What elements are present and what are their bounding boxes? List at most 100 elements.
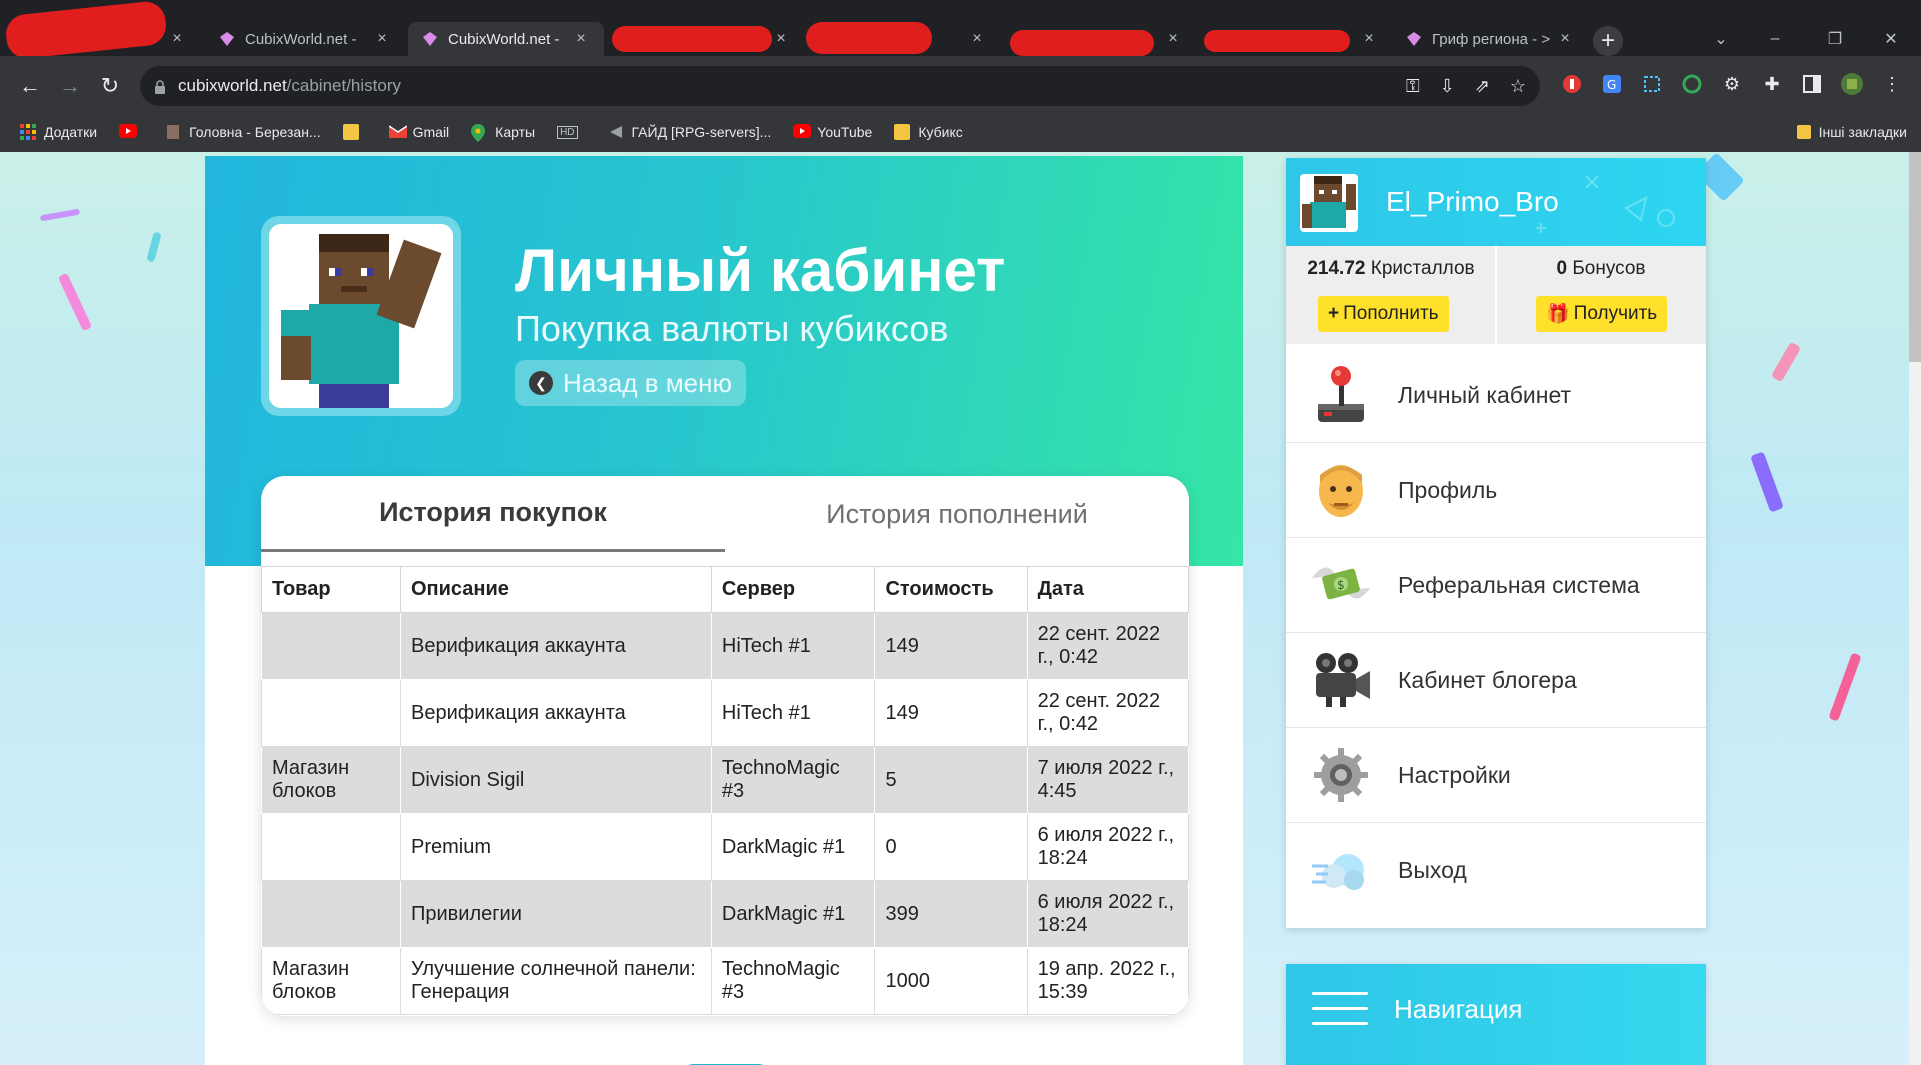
- maps-icon: [471, 124, 487, 142]
- bookmark-hd[interactable]: HD: [557, 125, 585, 139]
- cell-description: Улучшение солнечной панели: Генерация: [399, 947, 712, 1015]
- redacted-tab: [612, 26, 772, 52]
- topup-button[interactable]: + Пополнить: [1318, 296, 1449, 332]
- key-icon[interactable]: ⚿: [1406, 76, 1420, 97]
- restore-icon[interactable]: ❐: [1810, 22, 1860, 56]
- share-icon[interactable]: ⇗: [1475, 76, 1490, 97]
- get-bonus-button[interactable]: 🎁 Получить: [1536, 296, 1668, 332]
- sidebar-item-label: Выход: [1398, 857, 1467, 883]
- tab-purchase-history[interactable]: История покупок: [261, 476, 725, 552]
- tab-topup-history[interactable]: История пополнений: [725, 476, 1189, 552]
- bookmark-maps[interactable]: Карты: [471, 124, 535, 142]
- puzzle-extensions-icon[interactable]: ✚: [1760, 72, 1784, 96]
- svg-text:G: G: [1607, 78, 1616, 92]
- browser-tab-cubixworld-1[interactable]: CubixWorld.net - ×: [205, 22, 405, 56]
- close-icon[interactable]: ×: [968, 30, 986, 48]
- cubix-favicon-icon: [1406, 31, 1422, 47]
- scrollbar-thumb[interactable]: [1909, 152, 1921, 362]
- bookmark-label: Головна - Березан...: [189, 124, 321, 140]
- bookmark-guide[interactable]: ГАЙД [RPG-servers]...: [608, 124, 771, 140]
- bookmark-label: Додатки: [44, 124, 98, 140]
- cell-date: 22 сент. 2022 г., 0:42: [1026, 612, 1189, 680]
- browser-tab-redacted-1[interactable]: ×: [0, 22, 200, 56]
- redacted-tab: [1010, 30, 1154, 56]
- confetti-decoration: [1750, 451, 1784, 513]
- close-icon[interactable]: ×: [1360, 30, 1378, 48]
- minimize-icon[interactable]: –: [1750, 22, 1800, 56]
- page-subtitle: Покупка валюты кубиксов: [515, 308, 949, 349]
- cell-server: HiTech #1: [710, 679, 876, 747]
- balances-panel: 214.72 Кристаллов + Пополнить 0 Бонусов 🎁…: [1286, 246, 1706, 344]
- close-icon[interactable]: ×: [373, 30, 391, 48]
- purchase-history-table: Товар Описание Сервер Стоимость Дата Вер…: [261, 566, 1189, 1015]
- bookmark-apps[interactable]: Додатки: [20, 124, 97, 140]
- close-icon[interactable]: ×: [1164, 30, 1182, 48]
- sidebar-item-cabinet[interactable]: Личный кабинет: [1286, 348, 1706, 443]
- screenshot-extension-icon[interactable]: [1640, 72, 1664, 96]
- sidebar-item-label: Реферальная система: [1398, 571, 1640, 598]
- back-arrow-icon[interactable]: ←: [14, 70, 46, 102]
- confetti-decoration: [1828, 652, 1862, 722]
- reload-icon[interactable]: ↻: [94, 70, 126, 102]
- profile-avatar-icon[interactable]: [1840, 72, 1864, 96]
- bookmark-label: Gmail: [412, 124, 450, 140]
- folder-icon: [342, 124, 359, 140]
- username: El_Primo_Bro: [1386, 186, 1559, 217]
- sidebar-item-blogger[interactable]: Кабинет блогера: [1286, 633, 1706, 728]
- sidebar-item-settings[interactable]: Настройки: [1286, 728, 1706, 823]
- reading-list-icon[interactable]: [1800, 72, 1824, 96]
- cell-server: DarkMagic #1: [710, 813, 876, 881]
- cubix-favicon-icon: [219, 31, 235, 47]
- close-icon[interactable]: ×: [572, 30, 590, 48]
- bookmark-golovna[interactable]: Головна - Березан...: [165, 124, 321, 140]
- close-icon[interactable]: ×: [168, 30, 186, 48]
- bonus-value: 0: [1556, 258, 1568, 279]
- cell-cost: 5: [874, 746, 1028, 814]
- get-bonus-label: Получить: [1573, 303, 1658, 324]
- sidebar-item-logout[interactable]: Выход: [1286, 823, 1706, 918]
- close-icon[interactable]: ×: [772, 30, 790, 48]
- navigation-box[interactable]: Навигация: [1286, 964, 1706, 1065]
- browser-tab-cubixworld-active[interactable]: CubixWorld.net - ×: [408, 22, 604, 56]
- column-header-date: Дата: [1026, 566, 1189, 613]
- navigation-title: Навигация: [1394, 994, 1523, 1024]
- history-panel: История покупок История пополнений Товар…: [261, 476, 1189, 1016]
- new-tab-button[interactable]: +: [1593, 26, 1623, 56]
- bookmark-youtube-icon-only[interactable]: [119, 124, 143, 140]
- address-bar[interactable]: cubixworld.net/cabinet/history ⚿ ⇩ ⇗ ☆: [140, 66, 1540, 106]
- browser-tab-grief[interactable]: Гриф региона - > ×: [1392, 22, 1588, 56]
- vpn-extension-icon[interactable]: [1680, 72, 1704, 96]
- bookmark-youtube[interactable]: YouTube: [793, 124, 872, 140]
- bookmark-kubiks[interactable]: Кубикс: [894, 124, 963, 140]
- cell-item: Магазин блоков: [261, 746, 401, 814]
- table-header-row: Товар Описание Сервер Стоимость Дата: [261, 566, 1189, 613]
- hamburger-menu-icon[interactable]: [1312, 992, 1368, 1028]
- cell-date: 7 июля 2022 г., 4:45: [1026, 746, 1189, 814]
- forward-arrow-icon[interactable]: →: [54, 70, 86, 102]
- close-window-icon[interactable]: ✕: [1866, 22, 1916, 56]
- browser-toolbar: ← → ↻ cubixworld.net/cabinet/history ⚿ ⇩…: [0, 56, 1921, 120]
- url-path: /cabinet/history: [286, 76, 402, 95]
- cell-date: 19 апр. 2022 г., 15:39: [1026, 947, 1189, 1015]
- close-icon[interactable]: ×: [1556, 30, 1574, 48]
- cell-item: [261, 679, 401, 747]
- tab-search-icon[interactable]: ⌄: [1696, 22, 1746, 56]
- translate-extension-icon[interactable]: G: [1600, 72, 1624, 96]
- adblock-extension-icon[interactable]: [1560, 72, 1584, 96]
- cell-server: HiTech #1: [710, 612, 876, 680]
- other-bookmarks[interactable]: Інші закладки: [1796, 124, 1907, 140]
- install-icon[interactable]: ⇩: [1440, 76, 1455, 97]
- bookmark-folder[interactable]: [342, 124, 367, 140]
- back-to-menu-button[interactable]: ❮ Назад в меню: [515, 360, 746, 406]
- more-menu-icon[interactable]: ⋮: [1880, 72, 1904, 96]
- sidebar-item-referral[interactable]: $ Реферальная система: [1286, 538, 1706, 633]
- cell-description: Верификация аккаунта: [399, 679, 712, 747]
- cell-date: 6 июля 2022 г., 18:24: [1026, 880, 1189, 948]
- sidebar-item-profile[interactable]: Профиль: [1286, 443, 1706, 538]
- cell-item: [261, 813, 401, 881]
- bookmark-gmail[interactable]: Gmail: [388, 124, 450, 140]
- page-scrollbar[interactable]: [1909, 152, 1921, 1065]
- user-avatar: [1300, 174, 1358, 232]
- bookmark-star-icon[interactable]: ☆: [1510, 76, 1526, 97]
- settings-extension-icon[interactable]: ⚙: [1720, 72, 1744, 96]
